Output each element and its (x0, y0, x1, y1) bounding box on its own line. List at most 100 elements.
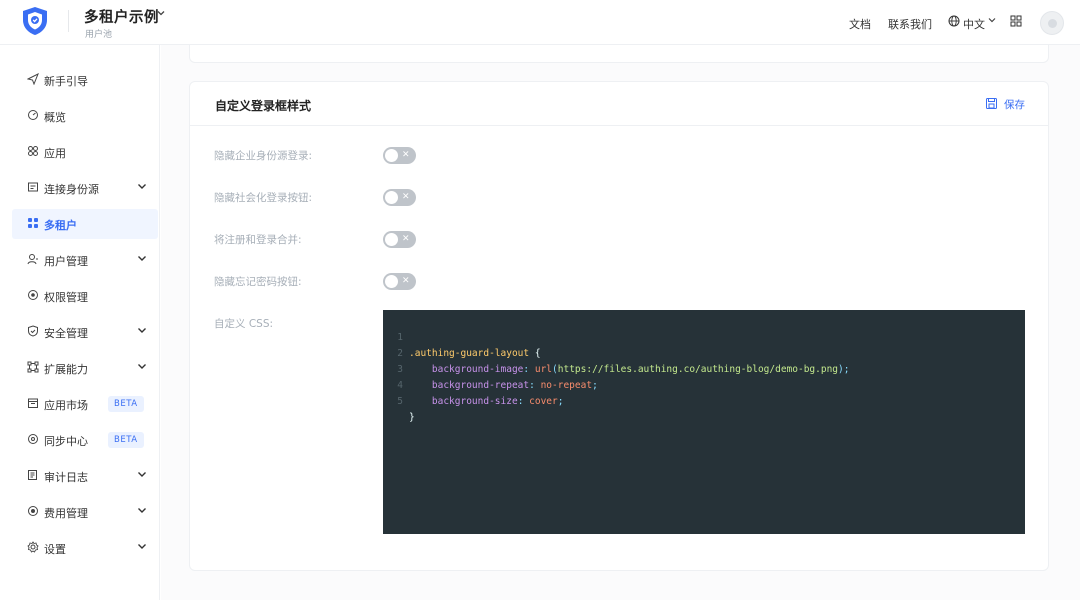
sidebar-item-users[interactable]: 用户管理 (12, 245, 158, 275)
sidebar-item-label: 应用 (44, 147, 66, 160)
sidebar-item-label: 连接身份源 (44, 183, 99, 196)
code-line: 4 background-size: cover; (383, 362, 1023, 407)
sidebar-item-label: 同步中心 (44, 435, 88, 448)
sidebar-item-tenant[interactable]: 多租户 (12, 209, 158, 239)
brand-divider (68, 10, 69, 32)
custom-css-label: 自定义 CSS: (214, 318, 274, 330)
beta-badge: BETA (108, 396, 144, 412)
dashboard-icon (26, 109, 40, 123)
sidebar-item-apps[interactable]: 应用 (12, 137, 158, 167)
sidebar-item-label: 用户管理 (44, 255, 88, 268)
sidebar-item-label: 费用管理 (44, 507, 88, 520)
sidebar-item-sync[interactable]: 同步中心 BETA (12, 425, 158, 455)
toggle-knob (385, 149, 398, 162)
css-value: cover (529, 396, 558, 407)
shield-logo-icon[interactable] (21, 6, 49, 36)
language-switch[interactable]: 中文 (963, 16, 985, 32)
bottom-edge (0, 600, 1080, 614)
send-icon (26, 72, 40, 87)
hide-social-login-toggle[interactable]: ✕ (383, 189, 416, 206)
chevron-down-icon[interactable] (136, 540, 148, 552)
close-icon: ✕ (402, 234, 410, 244)
hide-enterprise-idp-label: 隐藏企业身份源登录: (214, 150, 313, 162)
card-header: 自定义登录框样式 保存 (190, 82, 1048, 126)
code-line: 2 background-image: url(https://files.au… (383, 330, 1023, 375)
chevron-down-icon[interactable] (136, 504, 148, 516)
merge-register-login-label: 将注册和登录合并: (214, 234, 302, 246)
apps-grid-icon[interactable] (1010, 15, 1022, 27)
chevron-down-icon[interactable] (987, 15, 997, 28)
sidebar-item-label: 权限管理 (44, 291, 88, 304)
top-bar: 多租户示例 用户池 文档 联系我们 中文 (0, 0, 1080, 45)
security-shield-icon (26, 325, 40, 339)
toggle-knob (385, 275, 398, 288)
code-line: 3 background-repeat: no-repeat; (383, 346, 1023, 391)
beta-badge: BETA (108, 432, 144, 448)
chevron-down-icon[interactable] (136, 360, 148, 372)
sidebar-item-label: 扩展能力 (44, 363, 88, 376)
code-line: 1 .authing-guard-layout { (383, 314, 1023, 359)
card-title: 自定义登录框样式 (215, 99, 312, 113)
audit-log-icon (26, 469, 40, 483)
chevron-down-icon[interactable] (136, 468, 148, 480)
hide-social-login-label: 隐藏社会化登录按钮: (214, 192, 313, 204)
save-icon (986, 98, 997, 109)
sidebar-item-guide[interactable]: 新手引导 (12, 65, 158, 95)
sidebar-item-label: 安全管理 (44, 327, 88, 340)
sidebar-item-market[interactable]: 应用市场 BETA (12, 389, 158, 419)
app-subtitle: 用户池 (85, 30, 113, 40)
sidebar-item-permissions[interactable]: 权限管理 (12, 281, 158, 311)
avatar[interactable] (1040, 11, 1064, 35)
toggle-knob (385, 191, 398, 204)
hide-forgot-password-toggle[interactable]: ✕ (383, 273, 416, 290)
sidebar-item-label: 设置 (44, 543, 66, 556)
sidebar-item-billing[interactable]: 费用管理 (12, 497, 158, 527)
sidebar: 新手引导 概览 应用 连接身份源 多租户 用户管理 权限管理 安全管理 扩展能力… (4, 45, 160, 600)
code-line: 5 } (383, 378, 1023, 423)
custom-css-editor[interactable]: 1 .authing-guard-layout { 2 background-i… (383, 310, 1025, 534)
code-text: background-size: cover; (431, 396, 564, 407)
line-number: 5 (397, 396, 403, 407)
hide-forgot-password-label: 隐藏忘记密码按钮: (214, 276, 302, 288)
users-icon (26, 253, 40, 267)
sidebar-item-connections[interactable]: 连接身份源 (12, 173, 158, 203)
avatar-image (1048, 19, 1057, 28)
close-icon: ✕ (402, 192, 410, 202)
sidebar-item-overview[interactable]: 概览 (12, 101, 158, 131)
billing-icon (26, 505, 40, 519)
connection-icon (26, 181, 40, 195)
chevron-down-icon[interactable] (156, 8, 166, 21)
toggle-knob (385, 233, 398, 246)
sidebar-item-label: 审计日志 (44, 471, 88, 484)
sidebar-item-label: 概览 (44, 111, 66, 124)
extension-icon (26, 361, 40, 375)
sidebar-item-extensions[interactable]: 扩展能力 (12, 353, 158, 383)
chevron-down-icon[interactable] (136, 252, 148, 264)
permission-icon (26, 289, 40, 303)
docs-link[interactable]: 文档 (849, 16, 871, 32)
close-icon: ✕ (402, 150, 410, 160)
contact-link[interactable]: 联系我们 (888, 16, 932, 32)
sync-icon (26, 433, 40, 447)
sidebar-item-label: 多租户 (44, 219, 77, 232)
market-icon (26, 397, 40, 411)
app-switcher-title[interactable]: 多租户示例 (84, 6, 159, 27)
apps-icon (26, 145, 40, 159)
previous-card (189, 45, 1049, 63)
globe-icon[interactable] (948, 15, 960, 27)
sidebar-item-security[interactable]: 安全管理 (12, 317, 158, 347)
hide-enterprise-idp-toggle[interactable]: ✕ (383, 147, 416, 164)
chevron-down-icon[interactable] (136, 180, 148, 192)
code-text: } (409, 412, 415, 423)
tenant-grid-icon (26, 217, 40, 231)
sidebar-item-settings[interactable]: 设置 (12, 533, 158, 563)
close-icon: ✕ (402, 276, 410, 286)
css-property: background-size (431, 396, 518, 407)
merge-register-login-toggle[interactable]: ✕ (383, 231, 416, 248)
settings-icon (26, 541, 40, 555)
save-label: 保存 (1004, 99, 1025, 111)
sidebar-item-audit[interactable]: 审计日志 (12, 461, 158, 491)
sidebar-item-label: 应用市场 (44, 399, 88, 412)
sidebar-item-label: 新手引导 (44, 75, 88, 88)
chevron-down-icon[interactable] (136, 324, 148, 336)
